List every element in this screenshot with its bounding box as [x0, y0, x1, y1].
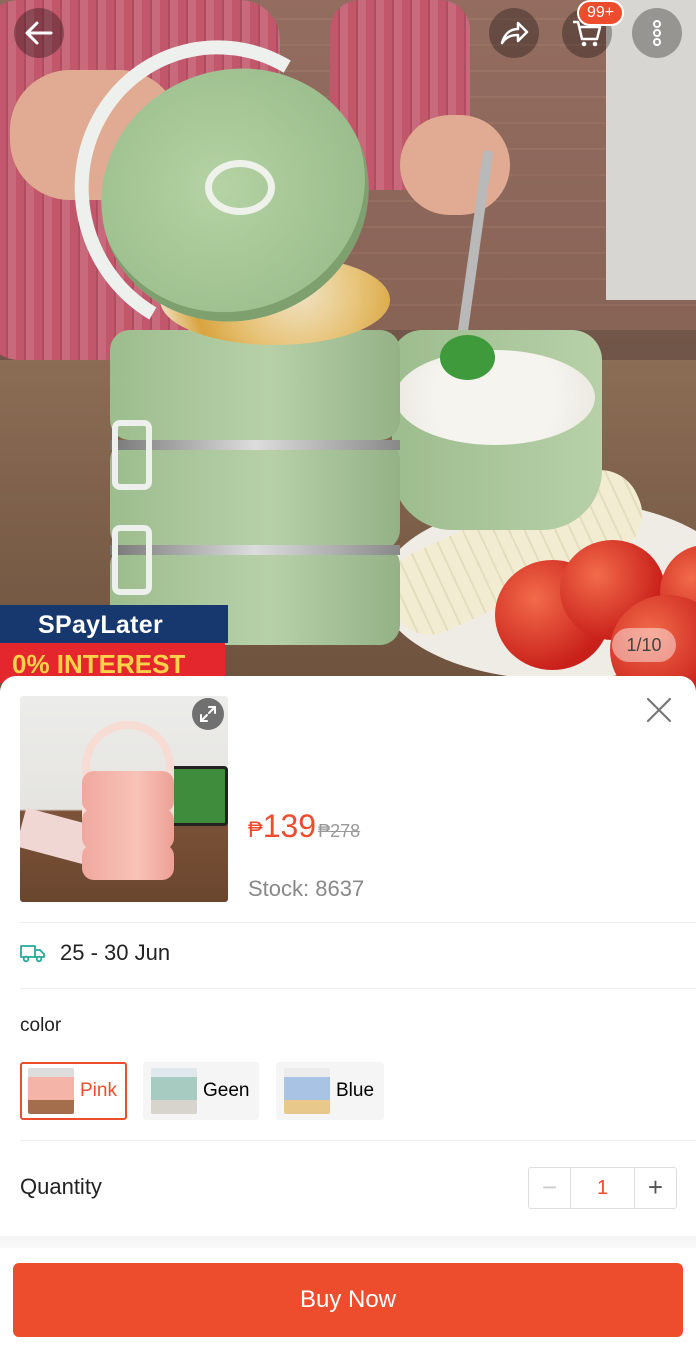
currency-symbol: ₱ — [248, 817, 263, 842]
product-image[interactable] — [0, 0, 696, 700]
share-button[interactable] — [489, 8, 539, 58]
expand-icon — [200, 706, 216, 722]
share-icon — [500, 21, 529, 45]
variant-swatch — [151, 1068, 197, 1114]
variant-swatch — [284, 1068, 330, 1114]
footer-separator — [0, 1236, 696, 1248]
variant-option-blue[interactable]: Blue — [276, 1062, 385, 1120]
image-counter: 1/10 — [612, 628, 676, 662]
variant-option-pink[interactable]: Pink — [20, 1062, 127, 1120]
variant-option-label: Pink — [80, 1080, 117, 1101]
divider — [20, 988, 696, 989]
stock-count: Stock: 8637 — [248, 876, 365, 901]
variant-swatch — [28, 1068, 74, 1114]
decrease-quantity-button[interactable]: − — [529, 1168, 570, 1208]
quantity-label: Quantity — [20, 1174, 102, 1199]
expand-image-button[interactable] — [192, 698, 224, 730]
more-icon — [653, 20, 661, 46]
quantity-stepper: − 1 + — [528, 1167, 677, 1209]
variant-label: color — [20, 1015, 62, 1036]
quantity-input[interactable]: 1 — [570, 1168, 635, 1208]
shipping-row: 25 - 30 Jun — [20, 940, 170, 966]
variant-thumbnail[interactable] — [20, 696, 228, 902]
cart-count-badge: 99+ — [577, 0, 625, 26]
side-clip — [112, 525, 152, 595]
side-clip — [112, 420, 152, 490]
wire-basket — [170, 766, 228, 826]
increase-quantity-button[interactable]: + — [635, 1168, 676, 1208]
rice — [395, 350, 595, 445]
more-button[interactable] — [632, 8, 682, 58]
back-arrow-icon — [25, 21, 53, 45]
current-price: ₱139 — [248, 808, 316, 845]
variant-option-label: Geen — [203, 1080, 250, 1101]
hand — [400, 115, 510, 215]
variant-option-geen[interactable]: Geen — [143, 1062, 260, 1120]
divider — [20, 922, 696, 923]
herb — [440, 335, 495, 380]
container-tier — [82, 771, 174, 813]
close-icon — [646, 697, 672, 723]
container-tier — [110, 440, 400, 550]
steel-band — [110, 440, 400, 450]
variant-sheet: ₱139 ₱278 Stock: 8637 25 - 30 Jun color … — [0, 676, 696, 1350]
container-tier — [110, 330, 400, 440]
delivery-date: 25 - 30 Jun — [60, 940, 171, 965]
container-tier — [82, 844, 174, 880]
buy-now-button[interactable]: Buy Now — [13, 1263, 683, 1337]
close-button[interactable] — [643, 694, 675, 726]
variant-option-label: Blue — [336, 1080, 375, 1101]
promo-banner: SPayLater 0% INTEREST — [0, 605, 228, 683]
divider — [20, 1140, 696, 1141]
price-value: 139 — [262, 808, 317, 844]
truck-icon — [20, 945, 45, 963]
original-price: ₱278 — [318, 821, 361, 841]
promo-line-1: SPayLater — [0, 605, 228, 643]
price-row: ₱139 ₱278 — [248, 808, 360, 845]
steel-band — [110, 545, 400, 555]
back-button[interactable] — [14, 8, 64, 58]
